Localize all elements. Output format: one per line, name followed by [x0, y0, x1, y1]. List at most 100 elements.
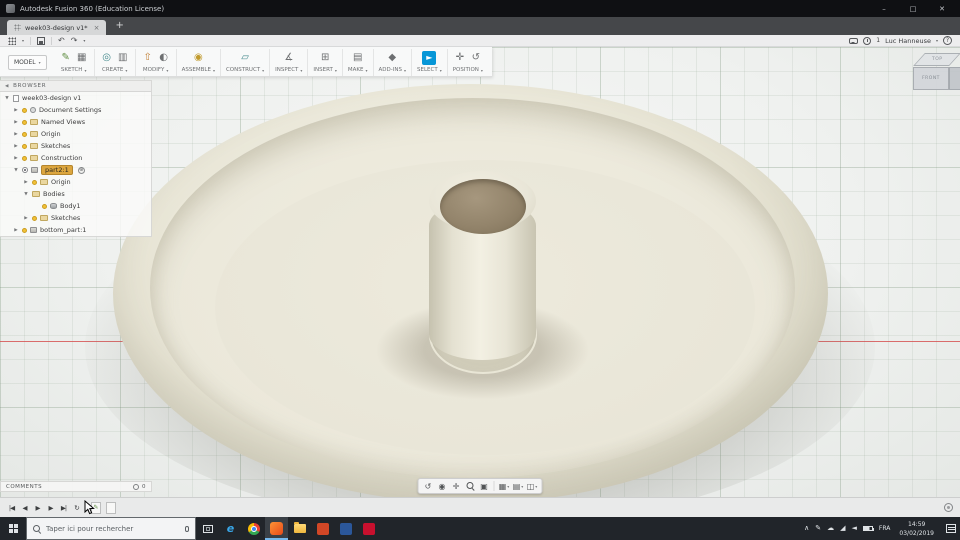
expander-icon[interactable]: ▶	[13, 132, 19, 137]
revert-position-icon[interactable]: ↺	[469, 51, 483, 65]
edit-in-place-icon[interactable]: ⊕	[77, 166, 85, 174]
job-status-clock-icon[interactable]	[863, 36, 872, 45]
display-settings-button[interactable]: ▦ ▾	[498, 480, 511, 493]
press-pull-icon[interactable]: ⇧	[141, 51, 155, 65]
activate-component-radio[interactable]	[22, 167, 28, 173]
capture-position-icon[interactable]: ✛	[453, 51, 467, 65]
minimize-button[interactable]: –	[872, 5, 896, 13]
visibility-bulb-icon[interactable]	[22, 227, 27, 233]
red-app-button[interactable]	[357, 517, 380, 540]
browser-item-bottom-part[interactable]: ▶ bottom_part:1	[0, 224, 151, 236]
user-name[interactable]: Luc Hanneuse	[885, 37, 931, 45]
action-center-button[interactable]	[942, 517, 960, 540]
create-box-icon[interactable]: ▥	[116, 51, 130, 65]
visibility-bulb-icon[interactable]	[22, 131, 27, 137]
make-icon[interactable]: ▤	[351, 51, 365, 65]
create-sketch-icon[interactable]: ✎	[59, 51, 73, 65]
expander-icon[interactable]: ▶	[13, 144, 19, 149]
visibility-bulb-icon[interactable]	[22, 143, 27, 149]
maximize-button[interactable]: □	[901, 5, 925, 13]
ribbon-group-sketch[interactable]: ✎ ▦ SKETCH ▾	[54, 49, 95, 76]
ribbon-group-create[interactable]: ◎ ▥ CREATE ▾	[95, 49, 136, 76]
timeline-feature[interactable]	[106, 501, 116, 514]
visibility-bulb-icon[interactable]	[32, 179, 37, 185]
chrome-app-button[interactable]	[242, 517, 265, 540]
expander-icon[interactable]: ▼	[4, 96, 10, 101]
add-ins-icon[interactable]: ◆	[385, 51, 399, 65]
expander-icon[interactable]: ▶	[13, 108, 19, 113]
workspace-switcher[interactable]: MODEL ▾	[8, 55, 47, 70]
expander-icon[interactable]: ▶	[13, 120, 19, 125]
expander-icon[interactable]: ▶	[13, 156, 19, 161]
sketch-tools-icon[interactable]: ▦	[75, 51, 89, 65]
grid-settings-button[interactable]: ▤ ▾	[512, 480, 525, 493]
ribbon-group-add-ins[interactable]: ◆ ADD-INS ▾	[374, 49, 412, 76]
browser-item-component-origin[interactable]: ▶ Origin	[0, 176, 151, 188]
visibility-bulb-icon[interactable]	[22, 155, 27, 161]
save-icon[interactable]	[37, 36, 46, 45]
ribbon-group-assemble[interactable]: ◉ ASSEMBLE ▾	[177, 49, 221, 76]
view-cube-top-face[interactable]: TOP	[913, 53, 960, 66]
browser-item-body1[interactable]: Body1	[0, 200, 151, 212]
browser-item-root-document[interactable]: ▼ week03-design v1	[0, 92, 151, 104]
zoom-button[interactable]	[464, 480, 477, 493]
comment-icon[interactable]	[849, 37, 859, 44]
file-explorer-button[interactable]	[288, 517, 311, 540]
hidden-icons-chevron[interactable]: ∧	[804, 525, 809, 532]
undo-icon[interactable]: ↶	[58, 36, 65, 45]
timeline-step-forward-button[interactable]: ▶	[46, 504, 55, 512]
tab-close-icon[interactable]: ×	[94, 24, 100, 32]
ribbon-group-modify[interactable]: ⇧ ◐ MODIFY ▾	[136, 49, 177, 76]
visibility-bulb-icon[interactable]	[22, 107, 27, 113]
visibility-bulb-icon[interactable]	[42, 203, 47, 209]
visibility-bulb-icon[interactable]	[32, 215, 37, 221]
document-tab[interactable]: week03-design v1* ×	[7, 20, 107, 35]
ribbon-group-inspect[interactable]: ∡ INSPECT ▾	[270, 49, 309, 76]
timeline-go-to-start-button[interactable]: |◀	[7, 504, 16, 512]
browser-item-origin[interactable]: ▶ Origin	[0, 128, 151, 140]
browser-item-bodies[interactable]: ▼ Bodies	[0, 188, 151, 200]
view-cube[interactable]: TOP FRONT	[904, 52, 960, 104]
edge-app-button[interactable]: e	[219, 517, 242, 540]
ribbon-group-make[interactable]: ▤ MAKE ▾	[343, 49, 374, 76]
ribbon-group-insert[interactable]: ⊞ INSERT ▾	[308, 49, 343, 76]
data-panel-icon[interactable]	[8, 36, 16, 45]
search-input[interactable]	[46, 524, 166, 533]
browser-item-construction[interactable]: ▶ Construction	[0, 152, 151, 164]
timeline-loop-button[interactable]: ↻	[72, 504, 81, 512]
fusion-360-app-button[interactable]	[265, 517, 288, 540]
task-view-button[interactable]	[196, 517, 219, 540]
orange-app-button[interactable]	[311, 517, 334, 540]
expander-icon[interactable]: ▼	[13, 168, 19, 173]
onedrive-cloud-icon[interactable]: ☁	[827, 525, 834, 532]
fit-button[interactable]: ▣	[478, 480, 491, 493]
comments-bar[interactable]: COMMENTS 0	[0, 481, 152, 492]
view-cube-front-face[interactable]: FRONT	[913, 67, 949, 90]
timeline-go-to-end-button[interactable]: ▶|	[59, 504, 68, 512]
ribbon-group-construct[interactable]: ▱ CONSTRUCT ▾	[221, 49, 271, 76]
ribbon-group-position[interactable]: ✛ ↺ POSITION ▾	[448, 49, 488, 76]
help-button[interactable]: ?	[943, 36, 952, 45]
select-cursor-icon[interactable]: ►	[422, 50, 437, 65]
expander-icon[interactable]: ▶	[23, 216, 29, 221]
browser-item-sketches[interactable]: ▶ Sketches	[0, 140, 151, 152]
expander-icon[interactable]: ▶	[23, 180, 29, 185]
start-button[interactable]	[0, 517, 26, 540]
file-menu-chevron-icon[interactable]: ▾	[22, 38, 24, 43]
timeline-step-back-button[interactable]: ◀	[20, 504, 29, 512]
browser-header[interactable]: ◀ BROWSER	[0, 81, 151, 92]
battery-icon[interactable]	[862, 526, 874, 531]
redo-chevron-icon[interactable]: ▾	[83, 38, 85, 43]
browser-item-component-sketches[interactable]: ▶ Sketches	[0, 212, 151, 224]
construction-plane-icon[interactable]: ▱	[238, 51, 252, 65]
insert-icon[interactable]: ⊞	[318, 51, 332, 65]
browser-item-active-component[interactable]: ▼ part2:1 ⊕	[0, 164, 151, 176]
browser-item-named-views[interactable]: ▶ Named Views	[0, 116, 151, 128]
redo-icon[interactable]: ↷	[71, 36, 78, 45]
blue-app-button[interactable]	[334, 517, 357, 540]
model-inner-cylinder[interactable]	[440, 179, 526, 234]
visibility-bulb-icon[interactable]	[22, 119, 27, 125]
taskbar-clock[interactable]: 14:59 03/02/2019	[896, 520, 937, 538]
timeline-settings-gear-icon[interactable]	[944, 503, 953, 512]
ribbon-group-select[interactable]: ► SELECT ▾	[412, 49, 448, 76]
